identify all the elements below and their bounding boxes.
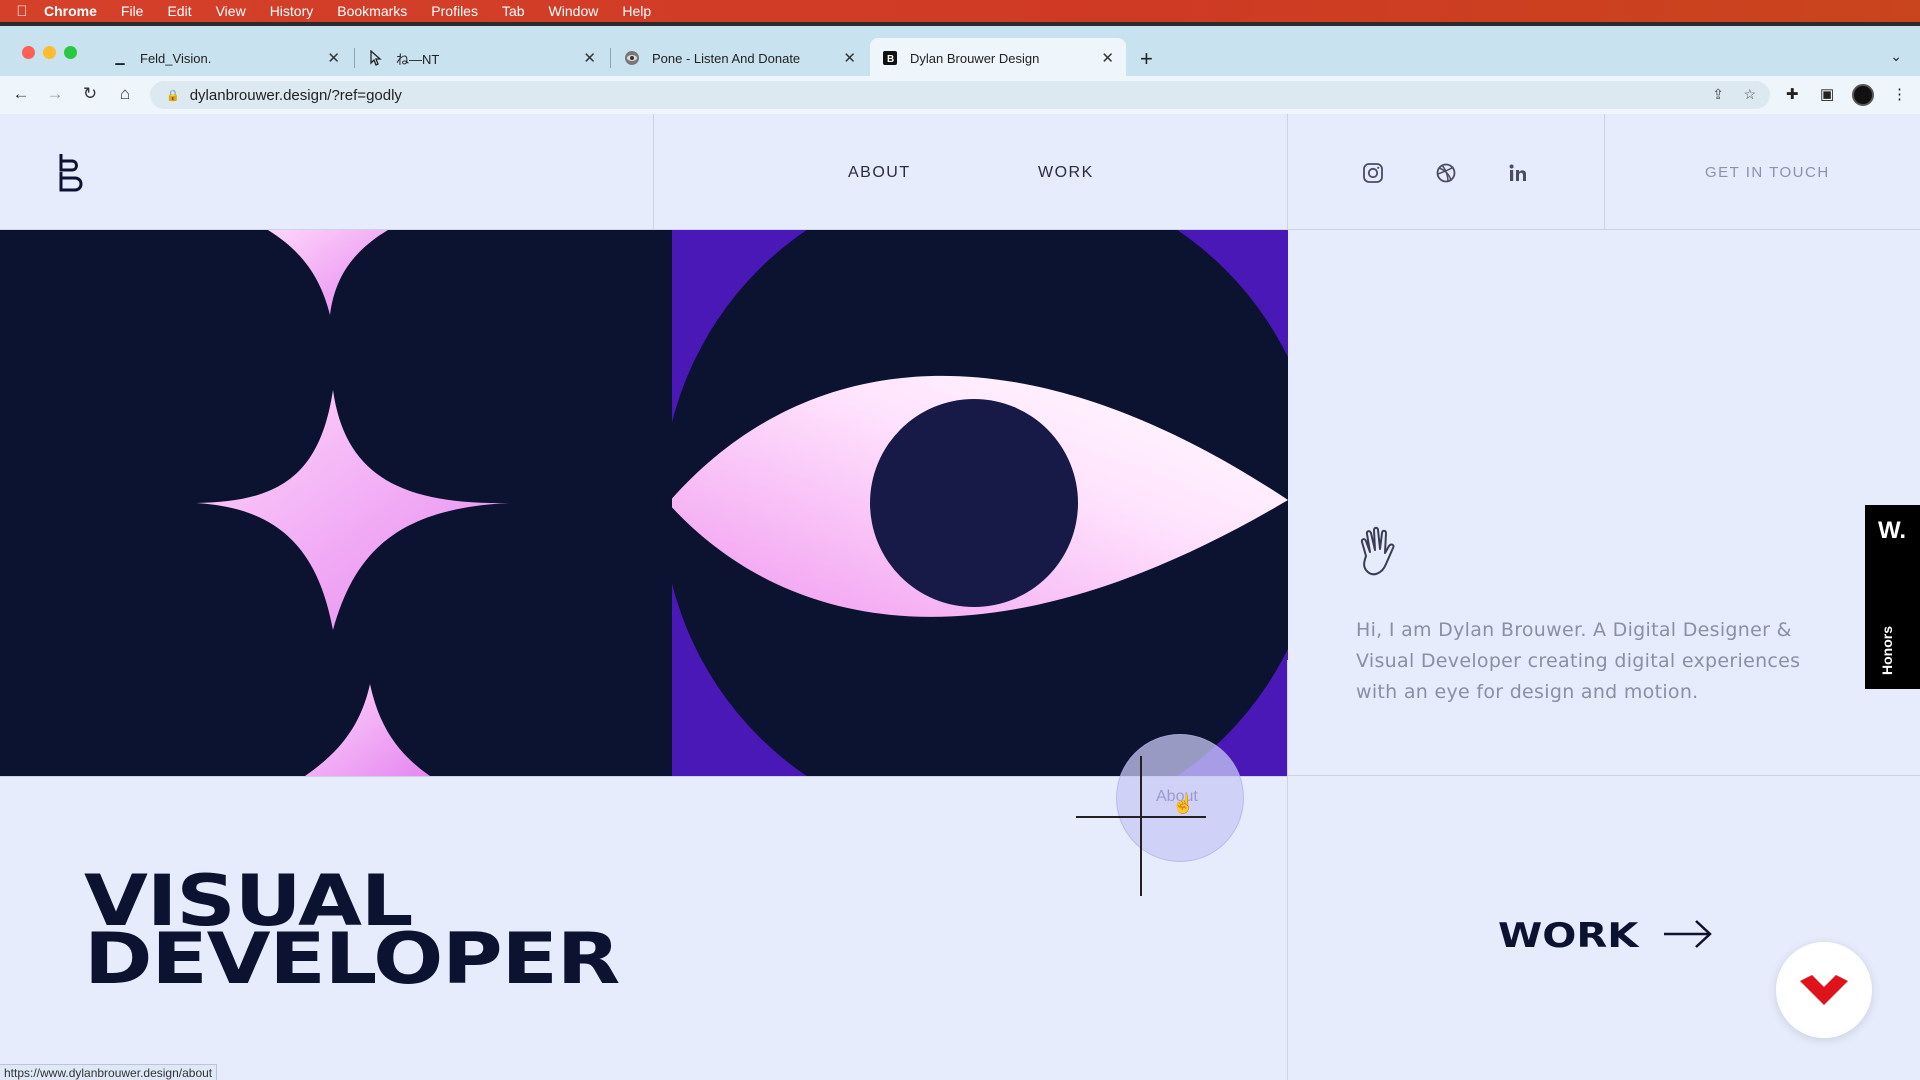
tab-title: Feld_Vision. — [140, 50, 212, 66]
eye-favicon-icon — [624, 50, 640, 66]
kebab-menu-icon[interactable]: ⋮ — [1892, 85, 1907, 103]
floating-heart-badge[interactable] — [1776, 942, 1872, 1038]
home-icon[interactable]: ⌂ — [114, 84, 136, 104]
headline-line-2: DEVELOPER — [84, 918, 620, 1000]
work-cta-link[interactable]: WORK — [1498, 916, 1638, 956]
reload-icon[interactable]: ↻ — [79, 84, 101, 104]
tab-search-chevron-icon[interactable]: ⌄ — [1890, 48, 1902, 65]
close-tab-icon[interactable]: ✕ — [843, 49, 856, 67]
tab-title: ね—NT — [396, 51, 440, 67]
awwwards-logo: W. — [1878, 517, 1906, 544]
close-window-button[interactable] — [22, 46, 35, 59]
webpage: ABOUT WORK GET IN TOUCH Hi, I am Dylan B… — [0, 114, 1920, 1080]
browser-toolbar: ← → ↻ ⌂ 🔒 dylanbrouwer.design/?ref=godly… — [0, 76, 1920, 114]
four-point-star-graphic — [196, 230, 510, 776]
bookmark-star-icon[interactable]: ☆ — [1743, 86, 1756, 103]
eye-graphic — [672, 230, 1288, 776]
menu-edit[interactable]: Edit — [167, 3, 191, 19]
menu-profiles[interactable]: Profiles — [431, 3, 478, 19]
tab-pone[interactable]: Pone - Listen And Donate ✕ — [612, 38, 868, 78]
nav-about-link[interactable]: ABOUT — [848, 164, 911, 182]
crosshair-vertical — [1140, 756, 1142, 896]
share-icon[interactable]: ⇪ — [1712, 86, 1724, 103]
lock-icon[interactable]: 🔒 — [166, 89, 180, 102]
menu-view[interactable]: View — [216, 3, 246, 19]
red-chevron-logo-icon — [1800, 975, 1848, 1005]
close-tab-icon[interactable]: ✕ — [1101, 49, 1114, 67]
arrow-right-icon[interactable] — [1662, 914, 1714, 954]
cursor-favicon-icon — [368, 50, 384, 66]
menu-history[interactable]: History — [270, 3, 314, 19]
menu-bookmarks[interactable]: Bookmarks — [337, 3, 407, 19]
honors-badge[interactable]: W. Honors — [1865, 505, 1920, 689]
headline-section: VISUAL DEVELOPER — [0, 776, 1288, 1080]
tab-feld-vision[interactable]: ▁ Feld_Vision. ✕ — [100, 38, 352, 78]
back-icon[interactable]: ← — [10, 84, 32, 104]
tab-dylan-brouwer[interactable]: B Dylan Brouwer Design ✕ — [870, 38, 1126, 78]
intro-paragraph: Hi, I am Dylan Brouwer. A Digital Design… — [1356, 619, 1801, 703]
tab-nt[interactable]: ね—NT ✕ — [356, 38, 608, 78]
address-bar[interactable]: 🔒 dylanbrouwer.design/?ref=godly ⇪ ☆ — [150, 81, 1770, 109]
intro-panel: Hi, I am Dylan Brouwer. A Digital Design… — [1288, 230, 1920, 776]
hero-art-stars — [0, 230, 672, 776]
nav-work-link[interactable]: WORK — [1038, 164, 1094, 182]
dribbble-icon[interactable] — [1435, 162, 1457, 184]
tab-strip: ▁ Feld_Vision. ✕ ね—NT ✕ Pone - Listen An… — [0, 22, 1920, 78]
pointer-hand-icon: ☝ — [1172, 794, 1195, 814]
tab-title: Pone - Listen And Donate — [652, 50, 801, 66]
b-favicon-icon: B — [882, 50, 898, 66]
menu-window[interactable]: Window — [549, 3, 599, 19]
close-tab-icon[interactable]: ✕ — [327, 49, 340, 67]
extensions-puzzle-icon[interactable]: ✚ — [1786, 85, 1799, 103]
zoom-window-button[interactable] — [64, 46, 77, 59]
instagram-icon[interactable] — [1362, 162, 1384, 184]
new-tab-icon[interactable]: + — [1140, 46, 1153, 72]
tab-title: Dylan Brouwer Design — [910, 50, 1040, 66]
brand-logo-icon[interactable] — [58, 152, 88, 192]
macos-menubar:  Chrome File Edit View History Bookmark… — [0, 0, 1920, 22]
svg-text:B: B — [887, 54, 894, 65]
menu-chrome[interactable]: Chrome — [44, 3, 97, 19]
underscore-favicon-icon: ▁ — [115, 51, 125, 65]
wave-hand-icon — [1360, 526, 1395, 576]
profile-avatar[interactable] — [1852, 84, 1874, 106]
menu-tab[interactable]: Tab — [502, 3, 525, 19]
minimize-window-button[interactable] — [43, 46, 56, 59]
forward-icon[interactable]: → — [44, 84, 66, 104]
linkedin-icon[interactable] — [1507, 162, 1529, 184]
site-header: ABOUT WORK GET IN TOUCH — [0, 114, 1920, 230]
close-tab-icon[interactable]: ✕ — [583, 49, 596, 67]
menu-help[interactable]: Help — [622, 3, 651, 19]
apple-icon[interactable]:  — [0, 3, 44, 20]
hero-art-eye — [672, 230, 1288, 776]
address-url: dylanbrouwer.design/?ref=godly — [189, 86, 402, 104]
get-in-touch-link[interactable]: GET IN TOUCH — [1705, 164, 1830, 181]
side-panel-icon[interactable]: ▣ — [1820, 85, 1834, 103]
honors-label: Honors — [1879, 626, 1895, 675]
link-status-bar: https://www.dylanbrouwer.design/about — [0, 1064, 218, 1080]
menu-file[interactable]: File — [121, 3, 144, 19]
window-controls — [22, 46, 77, 59]
